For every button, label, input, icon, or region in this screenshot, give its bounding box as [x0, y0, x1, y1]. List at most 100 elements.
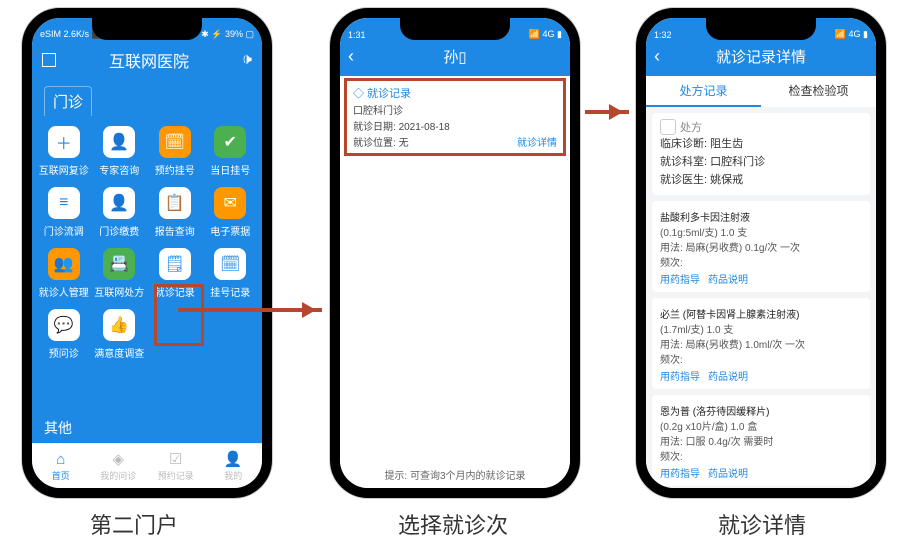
caption-3: 就诊详情 — [718, 508, 806, 540]
med-spec: (0.1g:5ml/支) 1.0 支 — [660, 224, 862, 239]
phone-portal: eSIM 2.6K/s ⬛ ⬜ 10:59 ✱ ⚡ 39% ▢ 互联网医院 🕩 … — [22, 8, 272, 498]
med-desc-link[interactable]: 药品说明 — [708, 275, 748, 286]
menu-label: 就诊人管理 — [39, 284, 89, 299]
menu-挂号记录[interactable]: 🗓 挂号记录 — [203, 248, 259, 299]
tab-exam[interactable]: 检查检验项 — [761, 76, 876, 107]
menu-label: 当日挂号 — [210, 162, 250, 177]
phone-visit-list: 1:31 📶 4G ▮ ‹ 孙▯ ◇ 就诊记录 口腔科门诊 就诊日期: 2021… — [330, 8, 580, 498]
menu-icon: ≡ — [48, 187, 80, 219]
med-guide-link[interactable]: 用药指导 — [660, 469, 700, 480]
tab-首页[interactable]: ⌂首页 — [32, 444, 90, 488]
arrow-2 — [585, 110, 629, 114]
med-freq: 频次: — [660, 448, 862, 463]
menu-icon: 🗒 — [159, 248, 191, 280]
menu-grid: ＋ 互联网复诊 👤 专家咨询 🗓预约挂号 ✔ 当日挂号 ≡ 门诊流调 👤 门诊缴费 📋 报告查询 ✉ 电子票… — [32, 120, 262, 370]
status-time: 1:32 — [654, 30, 672, 40]
tab-预约记录[interactable]: ☑预约记录 — [147, 444, 205, 488]
menu-icon: 📇 — [103, 248, 135, 280]
menu-icon: 📋 — [159, 187, 191, 219]
notch — [706, 18, 816, 40]
med-freq: 频次: — [660, 254, 862, 269]
screen: 1:31 📶 4G ▮ ‹ 孙▯ ◇ 就诊记录 口腔科门诊 就诊日期: 2021… — [340, 18, 570, 488]
notch — [400, 18, 510, 40]
menu-icon: 💬 — [48, 309, 80, 341]
section-outpatient: 门诊 — [44, 86, 92, 116]
status-time: 1:31 — [348, 30, 366, 40]
med-desc-link[interactable]: 药品说明 — [708, 372, 748, 383]
detail-tabs: 处方记录 检查检验项 — [646, 76, 876, 107]
menu-icon: 👤 — [103, 187, 135, 219]
menu-icon: 👤 — [103, 126, 135, 158]
menu-电子票据[interactable]: ✉ 电子票据 — [203, 187, 259, 238]
med-freq: 频次: — [660, 351, 862, 366]
menu-门诊缴费[interactable]: 👤 门诊缴费 — [92, 187, 148, 238]
menu-label: 互联网复诊 — [39, 162, 89, 177]
tab-icon: ☑ — [169, 450, 182, 468]
status-right: 📶 4G ▮ — [835, 29, 868, 40]
hint-text: 提示: 可查询3个月内的就诊记录 — [340, 467, 570, 482]
med-spec: (0.2g x10片/盒) 1.0 盒 — [660, 418, 862, 433]
medication-card: 恩为普 (洛芬待因缓释片) (0.2g x10片/盒) 1.0 盒 用法: 口服… — [652, 395, 870, 486]
menu-互联网处方[interactable]: 📇 互联网处方 — [92, 248, 148, 299]
phone-visit-detail: 1:32 📶 4G ▮ ‹ 就诊记录详情 处方记录 检查检验项 处方 临床诊断:… — [636, 8, 886, 498]
menu-就诊记录[interactable]: 🗒就诊记录 — [147, 248, 203, 299]
card-heading: ◇ 就诊记录 — [353, 85, 557, 101]
medication-card: 盐酸利多卡因注射液 (0.1g:5ml/支) 1.0 支 用法: 局麻(另收费)… — [652, 201, 870, 292]
arrow-1 — [178, 308, 322, 312]
menu-label: 挂号记录 — [210, 284, 250, 299]
menu-icon: 👥 — [48, 248, 80, 280]
menu-label: 互联网处方 — [94, 284, 144, 299]
med-usage: 用法: 口服 0.4g/次 需要时 — [660, 433, 862, 448]
rx-icon — [660, 119, 676, 135]
med-desc-link[interactable]: 药品说明 — [708, 469, 748, 480]
menu-icon: 🗓 — [214, 248, 246, 280]
med-guide-link[interactable]: 用药指导 — [660, 275, 700, 286]
status-right: ✱ ⚡ 39% ▢ — [201, 29, 254, 40]
menu-icon: ✉ — [214, 187, 246, 219]
bottom-tabbar: ⌂首页◈我的问诊☑预约记录👤我的 — [32, 443, 262, 488]
menu-互联网复诊[interactable]: ＋ 互联网复诊 — [36, 126, 92, 177]
menu-label: 门诊缴费 — [99, 223, 139, 238]
menu-label: 门诊流调 — [44, 223, 84, 238]
section-other: 其他 — [44, 418, 72, 438]
menu-预约挂号[interactable]: 🗓预约挂号 — [147, 126, 203, 177]
menu-label: 电子票据 — [210, 223, 250, 238]
screen: 1:32 📶 4G ▮ ‹ 就诊记录详情 处方记录 检查检验项 处方 临床诊断:… — [646, 18, 876, 488]
menu-预问诊[interactable]: 💬 预问诊 — [36, 309, 92, 360]
caption-1: 第二门户 — [90, 508, 178, 540]
tab-prescription[interactable]: 处方记录 — [646, 76, 761, 107]
menu-icon: 🗓 — [159, 126, 191, 158]
menu-就诊人管理[interactable]: 👥 就诊人管理 — [36, 248, 92, 299]
menu-icon: ＋ — [48, 126, 80, 158]
back-icon[interactable]: ‹ — [654, 46, 660, 67]
menu-门诊流调[interactable]: ≡ 门诊流调 — [36, 187, 92, 238]
menu-label: 专家咨询 — [99, 162, 139, 177]
menu-label: 报告查询 — [155, 223, 195, 238]
menu-报告查询[interactable]: 📋 报告查询 — [147, 187, 203, 238]
tab-我的问诊[interactable]: ◈我的问诊 — [90, 444, 148, 488]
dept: 口腔科门诊 — [353, 102, 403, 117]
med-usage: 用法: 局麻(另收费) 0.1g/次 一次 — [660, 239, 862, 254]
status-right: 📶 4G ▮ — [529, 29, 562, 40]
med-guide-link[interactable]: 用药指导 — [660, 372, 700, 383]
visit-record-card[interactable]: ◇ 就诊记录 口腔科门诊 就诊日期: 2021-08-18 就诊位置: 无 就诊… — [344, 78, 566, 156]
back-icon[interactable]: ‹ — [348, 46, 354, 67]
visit-detail-link[interactable]: 就诊详情 — [517, 134, 557, 149]
app-title: 互联网医院 — [109, 48, 189, 72]
screen: eSIM 2.6K/s ⬛ ⬜ 10:59 ✱ ⚡ 39% ▢ 互联网医院 🕩 … — [32, 18, 262, 488]
tab-我的[interactable]: 👤我的 — [205, 444, 263, 488]
qr-icon[interactable] — [42, 53, 56, 67]
menu-label: 预问诊 — [49, 345, 79, 360]
caption-2: 选择就诊次 — [398, 508, 508, 540]
menu-icon: ✔ — [214, 126, 246, 158]
menu-icon: 👍 — [103, 309, 135, 341]
sound-icon[interactable]: 🕩 — [242, 51, 252, 69]
menu-专家咨询[interactable]: 👤 专家咨询 — [92, 126, 148, 177]
med-usage: 用法: 局麻(另收费) 1.0ml/次 一次 — [660, 336, 862, 351]
menu-满意度调查[interactable]: 👍 满意度调查 — [92, 309, 148, 360]
menu-label: 满意度调查 — [94, 345, 144, 360]
medication-card: 必兰 (阿替卡因肾上腺素注射液) (1.7ml/支) 1.0 支 用法: 局麻(… — [652, 298, 870, 389]
med-spec: (1.7ml/支) 1.0 支 — [660, 321, 862, 336]
tab-icon: 👤 — [224, 450, 243, 468]
menu-当日挂号[interactable]: ✔ 当日挂号 — [203, 126, 259, 177]
